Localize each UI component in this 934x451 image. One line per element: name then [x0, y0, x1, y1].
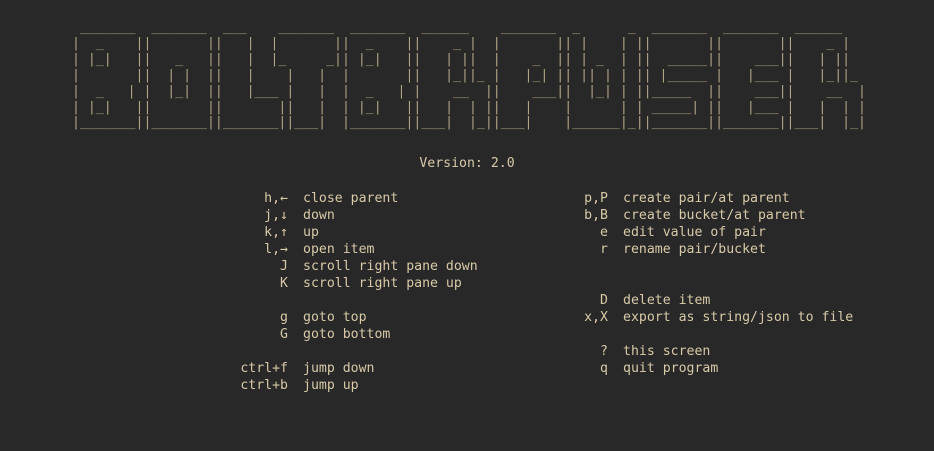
key-combo: D — [600, 293, 608, 308]
key-combo: g — [280, 310, 288, 325]
keybinding-row-blank — [572, 326, 853, 343]
key-combo: e — [600, 225, 608, 240]
keybinding-row: p,P create pair/at parent — [572, 190, 853, 207]
key-description: quit program — [623, 361, 719, 376]
key-description: scroll right pane up — [303, 276, 462, 291]
key-combo: l,→ — [264, 242, 288, 257]
key-combo: J — [280, 259, 288, 274]
keybinding-row: e edit value of pair — [572, 224, 853, 241]
keybinding-row: b,B create bucket/at parent — [572, 207, 853, 224]
key-description: jump down — [303, 361, 375, 376]
keybinding-row: k,↑ up — [226, 224, 478, 241]
key-combo: b,B — [584, 208, 608, 223]
key-combo — [572, 258, 608, 275]
keybinding-row: Ddelete item — [572, 292, 853, 309]
keybinding-row: h,← close parent — [226, 190, 478, 207]
keybinding-row: Jscroll right pane down — [226, 258, 478, 275]
keybinding-row-blank — [226, 292, 478, 309]
key-combo — [572, 275, 608, 292]
key-combo: ctrl+f — [240, 361, 288, 376]
keybinding-row: Ggoto bottom — [226, 326, 478, 343]
key-description: close parent — [303, 191, 399, 206]
key-description: create bucket/at parent — [623, 208, 806, 223]
key-description: down — [303, 208, 335, 223]
keybinding-row: r rename pair/bucket — [572, 241, 853, 258]
key-combo: q — [600, 361, 608, 376]
key-combo: p,P — [584, 191, 608, 206]
key-description: create pair/at parent — [623, 191, 790, 206]
key-combo — [226, 343, 288, 360]
keybinding-row-blank — [572, 258, 853, 275]
key-description: export as string/json to file — [623, 310, 854, 325]
key-combo: G — [280, 327, 288, 342]
key-description: delete item — [623, 293, 711, 308]
key-combo — [572, 326, 608, 343]
key-description: rename pair/bucket — [623, 242, 766, 257]
key-combo: ctrl+b — [240, 378, 288, 393]
keybinding-row: l,→ open item — [226, 241, 478, 258]
keybinding-row: g goto top — [226, 309, 478, 326]
key-combo: k,↑ — [264, 225, 288, 240]
key-description: goto bottom — [303, 327, 391, 342]
keybinding-row: ctrl+b jump up — [226, 377, 478, 394]
terminal-window: _______ _______ ___ _______ _______ ____… — [0, 0, 934, 451]
keybinding-row: j,↓ down — [226, 207, 478, 224]
boltbrowser-ascii-logo: _______ _______ ___ _______ _______ ____… — [72, 20, 866, 131]
keybinding-list-left: h,← close parent j,↓ down k,↑ up l,→ open it… — [226, 190, 478, 394]
key-description: up — [303, 225, 319, 240]
keybinding-row: x,X export as string/json to file — [572, 309, 853, 326]
key-description: goto top — [303, 310, 367, 325]
key-combo: r — [600, 242, 608, 257]
keybinding-row: ? this screen — [572, 343, 853, 360]
keybinding-list-right: p,P create pair/at parent b,B create bucke… — [572, 190, 853, 377]
key-description: scroll right pane down — [303, 259, 478, 274]
key-combo: h,← — [264, 191, 288, 206]
key-description: this screen — [623, 344, 711, 359]
key-combo — [226, 292, 288, 309]
keybinding-row: q quit program — [572, 360, 853, 377]
keybinding-row: ctrl+f jump down — [226, 360, 478, 377]
keybinding-row: Kscroll right pane up — [226, 275, 478, 292]
key-combo: x,X — [584, 310, 608, 325]
key-description: open item — [303, 242, 375, 257]
key-combo: K — [280, 276, 288, 291]
keybinding-row-blank — [572, 275, 853, 292]
key-description: jump up — [303, 378, 359, 393]
version-label: Version: 2.0 — [419, 156, 515, 171]
key-description: edit value of pair — [623, 225, 766, 240]
key-combo: ? — [600, 344, 608, 359]
key-combo: j,↓ — [264, 208, 288, 223]
keybinding-row-blank — [226, 343, 478, 360]
